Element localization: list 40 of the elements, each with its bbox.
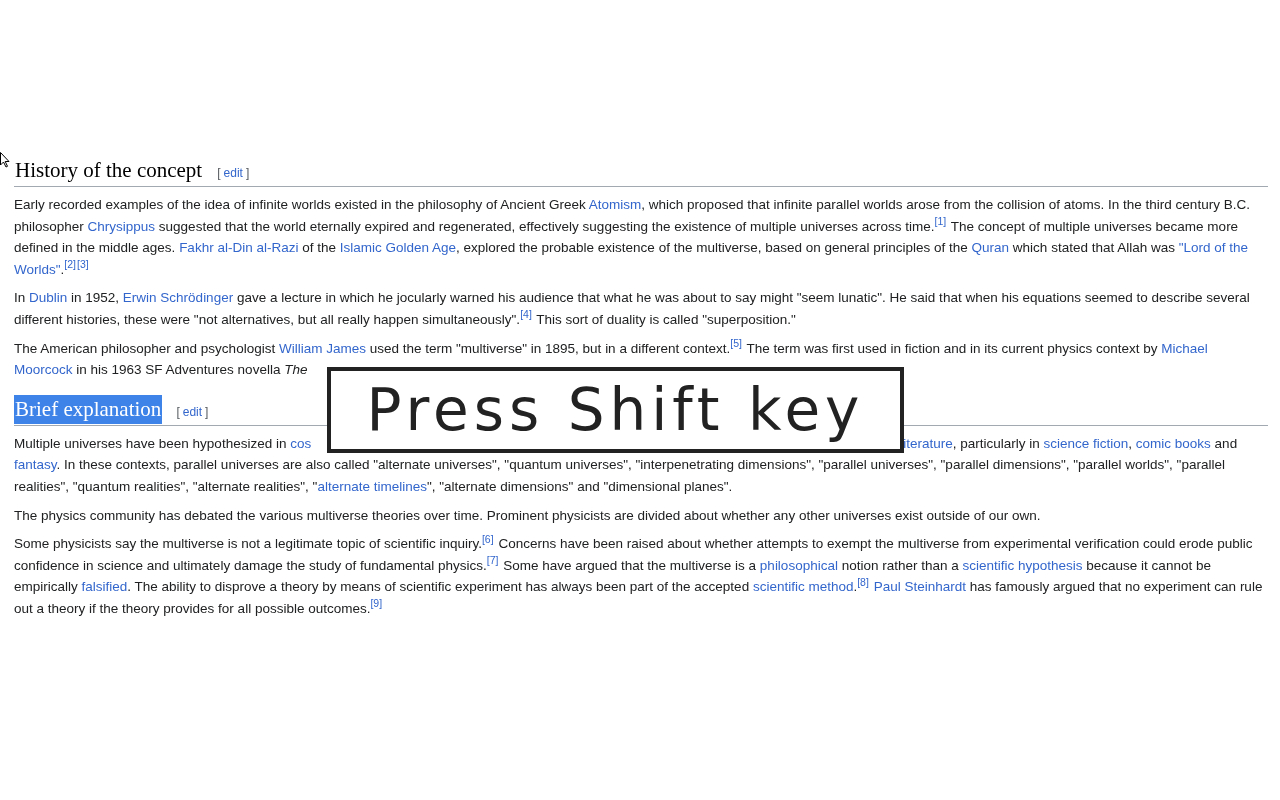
reference-link[interactable]: [5] — [730, 338, 742, 349]
reference-link[interactable]: [8] — [857, 576, 869, 588]
paragraph-text: Some physicists say the multiverse is not a legitimate topic of scientific inquiry.$^{[6]}$ Concerns have been raised about whether attempts to exempt the multiverse from experimental verification could erode public confidence in science and ultimately damage the study of fundamental physics.$^{[7]}$ Some have argued that the multiverse is a philosophical notion rather than a scientific hypothesis because it cannot be empirically falsified. The ability to disprove a theory by means of scientific experiment has always been part of the accepted scientific method.$^{[8]}$ Paul Steinhardt has famously argued that no experiment can rule out a theory if the theory provides for all possible outcomes.$^{[9]}$ — [14, 533, 1264, 618]
article-link[interactable]: Islamic Golden Age — [339, 240, 456, 256]
article-link[interactable]: fantasy — [14, 457, 57, 473]
reference-link[interactable]: [6] — [481, 533, 494, 545]
article-link[interactable]: "Lord of the — [1178, 240, 1249, 256]
article-link[interactable]: scientific hypothesis — [962, 557, 1083, 573]
article-link[interactable]: Fakhr al-Din al-Razi — [179, 240, 299, 256]
reference-link[interactable]: [4] — [520, 309, 532, 320]
article-link[interactable]: William James — [278, 340, 366, 356]
article-link[interactable]: Moorcock — [14, 362, 73, 378]
bracket-text: [ — [217, 166, 221, 180]
section-heading: Brief explanation — [14, 394, 163, 424]
bracket-text: ] — [245, 166, 250, 180]
article-link[interactable]: Dublin — [29, 290, 68, 306]
reference-link[interactable]: [2] — [64, 259, 76, 270]
article-link[interactable]: cos — [290, 435, 312, 451]
article-link[interactable]: Erwin Schrödinger — [122, 290, 234, 306]
section-heading: History of the concept — [14, 157, 204, 184]
paragraph-text: The physics community has debated the various multiverse theories over time. Prominent physicists are divided about whether any other universes exist outside of our own. — [14, 506, 1042, 525]
article-link[interactable]: philosophical — [759, 557, 838, 573]
paragraph-text: In Dublin in 1952, Erwin Schrödinger gave a lecture in which he jocularly warned his audience that what he was about to say might "seem lunatic". He said that when his equations seemed to describe several different histories, these were "not alternatives, but all really happen simultaneously".$^{[4]}$ This sort of duality is called "superposition." — [14, 289, 1251, 329]
article-link[interactable]: Paul Steinhardt — [873, 579, 966, 595]
mouse-pointer-icon — [0, 152, 10, 168]
bracket-text: ] — [205, 404, 209, 419]
edit-link[interactable]: edit — [223, 166, 243, 180]
article-link[interactable]: Quran — [971, 240, 1010, 256]
article-link[interactable]: Michael — [1161, 340, 1208, 356]
bracket-text: [ — [176, 404, 180, 419]
reference-link[interactable]: [1] — [934, 216, 947, 227]
reference-link[interactable]: [3] — [77, 259, 89, 270]
reference-link[interactable]: [9] — [370, 598, 383, 609]
edit-link[interactable]: edit — [182, 404, 203, 419]
article-link[interactable]: alternate timelines — [317, 478, 427, 494]
article-link[interactable]: Chrysippus — [87, 218, 156, 234]
reference-link[interactable]: [7] — [486, 555, 499, 566]
article-link[interactable]: comic books — [1135, 435, 1211, 451]
article-link[interactable]: iterature — [903, 435, 953, 451]
article-link[interactable]: Worlds" — [14, 261, 61, 277]
